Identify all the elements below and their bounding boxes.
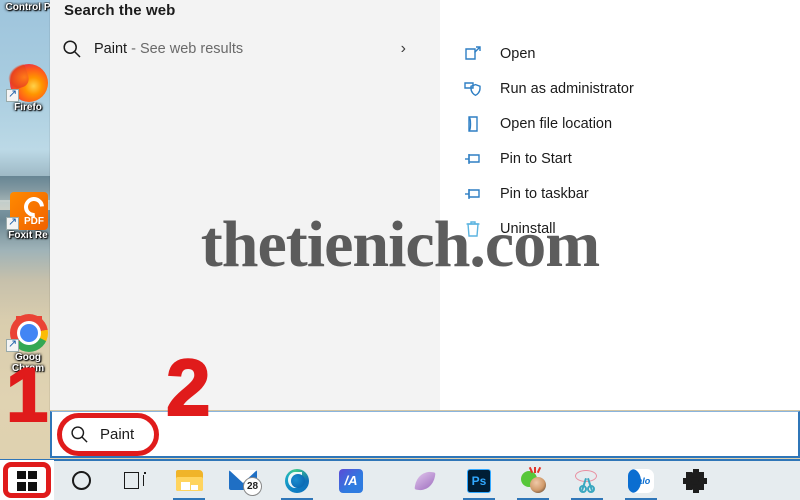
zalo-label: Zalo bbox=[631, 475, 651, 486]
shield-admin-icon bbox=[462, 78, 484, 100]
foxit-reader-icon: PDF bbox=[2, 190, 54, 230]
annotation-box-search-field bbox=[57, 413, 159, 456]
desktop-icon-label: Control P bbox=[5, 2, 51, 13]
pin-icon bbox=[462, 183, 484, 205]
anydesk-icon: /A bbox=[339, 468, 363, 493]
desktop-icon-control-panel[interactable]: Control P bbox=[2, 2, 54, 13]
start-menu-right-pane: Open Run as administrator Open file loca… bbox=[440, 0, 800, 410]
zalo-button[interactable]: Zalo bbox=[614, 460, 668, 500]
scissors-icon bbox=[574, 469, 600, 493]
web-result-row[interactable]: Paint - See web results › bbox=[50, 28, 440, 70]
feather-button[interactable] bbox=[398, 460, 452, 500]
search-icon bbox=[50, 39, 94, 59]
feather-icon bbox=[413, 469, 437, 493]
menu-item-open[interactable]: Open bbox=[462, 36, 792, 71]
menu-item-label: Open bbox=[500, 45, 536, 62]
web-result-term: Paint bbox=[94, 41, 128, 57]
task-view-button[interactable] bbox=[108, 460, 162, 500]
desktop-icon-label: Foxit Re bbox=[8, 230, 48, 241]
desktop-icon-firefox[interactable]: Firefo bbox=[2, 62, 54, 113]
open-window-icon bbox=[462, 43, 484, 65]
annotation-step-1: 1 bbox=[5, 353, 49, 438]
shortcut-arrow-icon bbox=[6, 337, 19, 352]
start-menu-left-pane: Search the web Paint - See web results › bbox=[50, 0, 440, 410]
photoshop-button[interactable]: Ps bbox=[452, 460, 506, 500]
pin-icon bbox=[462, 148, 484, 170]
google-chrome-icon bbox=[2, 312, 54, 352]
menu-item-pin-to-taskbar[interactable]: Pin to taskbar bbox=[462, 176, 792, 211]
shortcut-arrow-icon bbox=[6, 87, 19, 102]
search-the-web-header: Search the web bbox=[64, 2, 176, 19]
taskbar: 28 /A Ps Zalo bbox=[0, 459, 800, 500]
trash-icon bbox=[462, 218, 484, 240]
firefox-icon bbox=[2, 62, 54, 102]
menu-item-label: Pin to Start bbox=[500, 150, 572, 167]
web-result-suffix: - See web results bbox=[127, 41, 244, 57]
circle-icon bbox=[71, 471, 91, 490]
green-app-button[interactable] bbox=[506, 460, 560, 500]
photoshop-icon: Ps bbox=[467, 468, 491, 493]
menu-item-open-file-location[interactable]: Open file location bbox=[462, 106, 792, 141]
start-menu-panel: Search the web Paint - See web results › bbox=[50, 0, 800, 410]
gear-icon bbox=[683, 468, 707, 493]
chevron-right-icon[interactable]: › bbox=[401, 40, 406, 58]
edge-icon bbox=[285, 468, 309, 493]
menu-item-label: Run as administrator bbox=[500, 80, 634, 97]
menu-item-label: Pin to taskbar bbox=[500, 185, 589, 202]
settings-button[interactable] bbox=[668, 460, 722, 500]
mail-icon: 28 bbox=[229, 470, 262, 496]
menu-item-pin-to-start[interactable]: Pin to Start bbox=[462, 141, 792, 176]
taskbar-search-box[interactable]: Paint bbox=[50, 411, 800, 458]
green-app-icon bbox=[520, 466, 546, 493]
mail-badge-count: 28 bbox=[243, 477, 262, 496]
anydesk-button[interactable]: /A bbox=[324, 460, 378, 500]
shortcut-arrow-icon bbox=[6, 215, 19, 230]
mail-button[interactable]: 28 bbox=[216, 460, 270, 500]
annotation-step-2: 2 bbox=[165, 343, 211, 432]
menu-item-label: Open file location bbox=[500, 115, 613, 132]
zalo-icon: Zalo bbox=[628, 468, 654, 493]
edge-button[interactable] bbox=[270, 460, 324, 500]
menu-item-run-as-administrator[interactable]: Run as administrator bbox=[462, 71, 792, 106]
web-result-text: Paint - See web results bbox=[94, 41, 243, 57]
folder-icon bbox=[175, 470, 203, 491]
snipping-tool-button[interactable] bbox=[560, 460, 614, 500]
menu-item-uninstall[interactable]: Uninstall bbox=[462, 211, 792, 246]
task-view-icon bbox=[124, 472, 146, 489]
folder-open-icon bbox=[462, 113, 484, 135]
desktop-icon-label: Firefo bbox=[14, 102, 42, 113]
desktop-icon-foxit-reader[interactable]: PDF Foxit Re bbox=[2, 190, 54, 241]
annotation-box-start-button bbox=[3, 462, 51, 498]
file-explorer-button[interactable] bbox=[162, 460, 216, 500]
menu-item-label: Uninstall bbox=[500, 220, 556, 237]
cortana-button[interactable] bbox=[54, 460, 108, 500]
